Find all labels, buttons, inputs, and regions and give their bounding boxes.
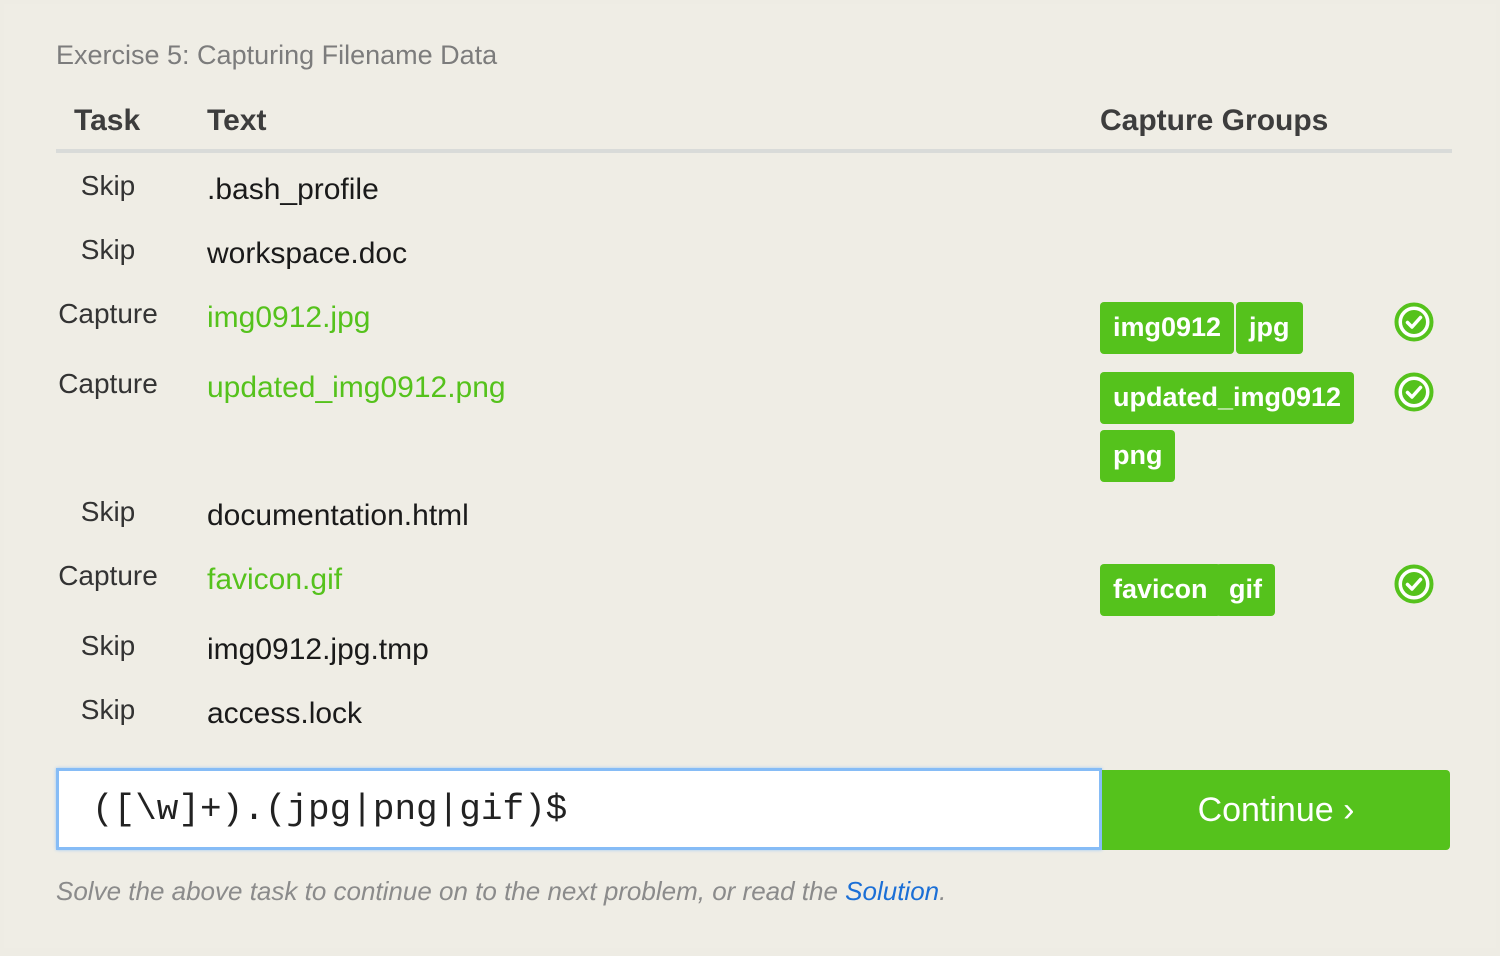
capture-group-badge: png [1100, 430, 1176, 482]
capture-group-badge: favicon [1100, 564, 1221, 616]
row-text: favicon.gif [207, 563, 343, 596]
footer-hint: Solve the above task to continue on to t… [56, 876, 946, 907]
row-task-label: Skip [80, 234, 136, 265]
check-circle-icon [1394, 564, 1434, 604]
row-task-label: Skip [80, 630, 136, 661]
solution-link[interactable]: Solution [845, 876, 939, 906]
row-text: updated_img0912.png [207, 371, 506, 404]
row-task-label: Skip [80, 694, 136, 725]
row-task-label: Capture [58, 298, 158, 329]
capture-group-badge: gif [1216, 564, 1275, 616]
footer-suffix: . [939, 876, 947, 906]
row-task-label: Skip [80, 170, 136, 201]
exercise-title: Exercise 5: Capturing Filename Data [56, 40, 498, 70]
check-circle-icon [1394, 302, 1434, 342]
footer-text: Solve the above task to continue on to t… [56, 876, 846, 906]
row-task-label: Skip [80, 496, 136, 527]
capture-group-badge: jpg [1236, 302, 1303, 354]
regex-input[interactable] [56, 768, 1102, 850]
check-circle-icon [1394, 372, 1434, 412]
row-text: access.lock [207, 697, 363, 730]
column-header-task: Task [74, 104, 141, 137]
capture-group-badge: updated_img0912 [1100, 372, 1355, 424]
row-text: .bash_profile [207, 173, 379, 206]
row-text: img0912.jpg.tmp [207, 633, 429, 666]
column-header-capture-groups: Capture Groups [1100, 104, 1329, 137]
row-text: img0912.jpg [207, 301, 371, 334]
row-task-label: Capture [58, 560, 158, 591]
header-divider [56, 149, 1452, 153]
continue-button[interactable]: Continue › [1102, 770, 1450, 850]
capture-group-badge: img0912 [1100, 302, 1235, 354]
row-task-label: Capture [58, 368, 158, 399]
row-text: workspace.doc [207, 237, 408, 270]
row-text: documentation.html [207, 499, 469, 532]
column-header-text: Text [207, 104, 267, 137]
